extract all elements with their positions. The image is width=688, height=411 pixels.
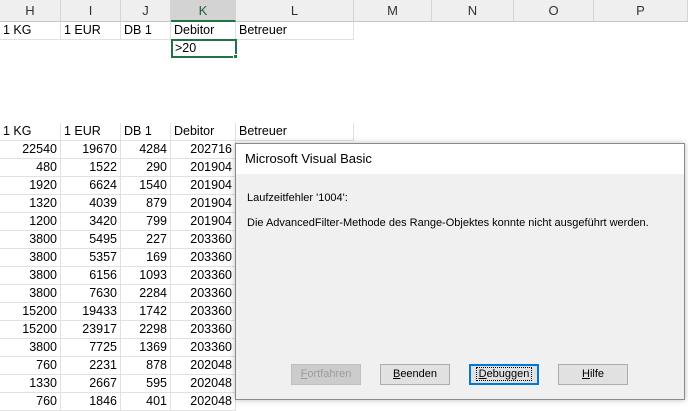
cell-debitor[interactable]: 201904 [171,159,236,177]
cell-header-debitor[interactable]: Debitor [171,123,236,141]
cell-criteria-betreuer[interactable]: Betreuer [236,22,354,40]
cell-eur[interactable]: 19670 [61,141,121,159]
cell-db[interactable]: 2298 [121,321,171,339]
cell-criteria-kg[interactable]: 1 KG [0,22,61,40]
cell-kg[interactable]: 22540 [0,141,61,159]
dialog-title[interactable]: Microsoft Visual Basic [236,144,684,174]
cell-kg[interactable]: 3800 [0,249,61,267]
cell-eur[interactable]: 6156 [61,267,121,285]
cell-kg[interactable]: 760 [0,393,61,411]
cell-header-db[interactable]: DB 1 [121,123,171,141]
cell-eur[interactable]: 4039 [61,195,121,213]
cell-eur[interactable]: 2231 [61,357,121,375]
fill-handle[interactable] [233,54,238,59]
cell-debitor[interactable]: 203360 [171,339,236,357]
cell-db[interactable]: 1369 [121,339,171,357]
cell-db[interactable]: 595 [121,375,171,393]
cell-db[interactable]: 169 [121,249,171,267]
dialog-message: Die AdvancedFilter-Methode des Range-Obj… [247,217,649,229]
cell-eur[interactable]: 23917 [61,321,121,339]
continue-button[interactable]: Fortfahren [291,364,361,385]
cell-kg[interactable]: 1200 [0,213,61,231]
active-cell-criteria-value[interactable]: >20 [171,39,237,58]
cell-debitor[interactable]: 202048 [171,357,236,375]
cell-db[interactable]: 290 [121,159,171,177]
cell-kg[interactable]: 760 [0,357,61,375]
cell-eur[interactable]: 3420 [61,213,121,231]
cell-eur[interactable]: 1846 [61,393,121,411]
column-header-m[interactable]: M [354,0,432,22]
help-button[interactable]: Hilfe [558,364,628,385]
cell-debitor[interactable]: 203360 [171,249,236,267]
cell-eur[interactable]: 7725 [61,339,121,357]
cell-db[interactable]: 1093 [121,267,171,285]
column-header-o[interactable]: O [514,0,594,22]
cell-eur[interactable]: 7630 [61,285,121,303]
column-header-p[interactable]: P [594,0,688,22]
cell-db[interactable]: 2284 [121,285,171,303]
cell-debitor[interactable]: 203360 [171,231,236,249]
column-header-i[interactable]: I [61,0,121,22]
cell-debitor[interactable]: 203360 [171,321,236,339]
dialog-error-line: Laufzeitfehler '1004': [247,192,348,204]
cell-db[interactable]: 879 [121,195,171,213]
cell-criteria-db[interactable]: DB 1 [121,22,171,40]
cell-kg[interactable]: 15200 [0,321,61,339]
vba-error-dialog: Microsoft Visual Basic Laufzeitfehler '1… [235,143,685,400]
cell-db[interactable]: 799 [121,213,171,231]
column-header-h[interactable]: H [0,0,61,22]
cell-kg[interactable]: 3800 [0,339,61,357]
cell-debitor[interactable]: 203360 [171,267,236,285]
cell-kg[interactable]: 3800 [0,285,61,303]
end-button[interactable]: Beenden [380,364,450,385]
cell-debitor[interactable]: 203360 [171,303,236,321]
cell-header-eur[interactable]: 1 EUR [61,123,121,141]
cell-criteria-debitor[interactable]: Debitor [171,22,236,40]
cell-kg[interactable]: 480 [0,159,61,177]
cell-eur[interactable]: 19433 [61,303,121,321]
cell-eur[interactable]: 1522 [61,159,121,177]
cell-db[interactable]: 4284 [121,141,171,159]
cell-kg[interactable]: 1320 [0,195,61,213]
cell-debitor[interactable]: 202048 [171,393,236,411]
cell-eur[interactable]: 5495 [61,231,121,249]
cell-db[interactable]: 227 [121,231,171,249]
cell-debitor[interactable]: 202716 [171,141,236,159]
cell-debitor[interactable]: 201904 [171,177,236,195]
cell-header-kg[interactable]: 1 KG [0,123,61,141]
cell-debitor[interactable]: 203360 [171,285,236,303]
column-header-j[interactable]: J [121,0,171,22]
cell-db[interactable]: 1540 [121,177,171,195]
cell-db[interactable]: 401 [121,393,171,411]
column-header-n[interactable]: N [432,0,514,22]
cell-db[interactable]: 878 [121,357,171,375]
cell-debitor[interactable]: 202048 [171,375,236,393]
cell-debitor[interactable]: 201904 [171,213,236,231]
cell-kg[interactable]: 1920 [0,177,61,195]
cell-kg[interactable]: 3800 [0,267,61,285]
column-header-k[interactable]: K [171,0,236,22]
cell-kg[interactable]: 15200 [0,303,61,321]
cell-debitor[interactable]: 201904 [171,195,236,213]
cell-eur[interactable]: 6624 [61,177,121,195]
cell-eur[interactable]: 5357 [61,249,121,267]
cell-header-betreuer[interactable]: Betreuer [236,123,354,141]
cell-kg[interactable]: 1330 [0,375,61,393]
cell-criteria-eur[interactable]: 1 EUR [61,22,121,40]
cell-eur[interactable]: 2667 [61,375,121,393]
cell-kg[interactable]: 3800 [0,231,61,249]
column-header-l[interactable]: L [236,0,354,22]
debug-button[interactable]: Debuggen [469,364,539,385]
cell-db[interactable]: 1742 [121,303,171,321]
